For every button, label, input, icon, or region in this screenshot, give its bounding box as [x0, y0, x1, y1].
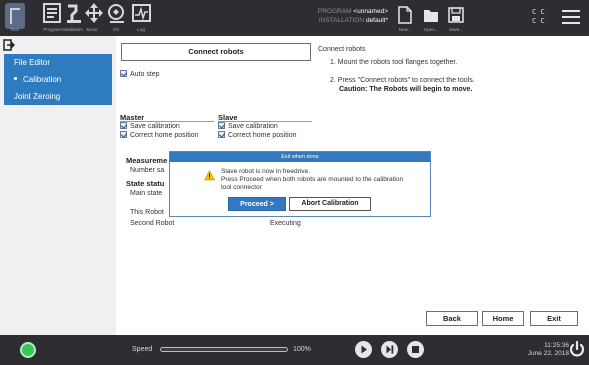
open-label: Open... [423, 27, 439, 32]
cc-indicator: C C C C [532, 8, 545, 26]
checkbox-label: Save calibration [130, 123, 180, 130]
speed-value: 100% [293, 346, 311, 353]
save-icon [448, 7, 464, 23]
dialog-message-line-3: tool connector [221, 184, 262, 191]
clock-time: 11:25:36 [544, 342, 569, 349]
second-robot-label: Second Robot [130, 220, 175, 227]
master-save-calibration-checkbox[interactable]: Save calibration [120, 121, 180, 131]
new-file-button[interactable] [398, 6, 412, 24]
exit-icon[interactable] [3, 39, 15, 51]
exit-when-done-dialog: Exit when done Slave robot is now in fre… [169, 151, 431, 217]
exit-button[interactable]: Exit [530, 311, 578, 326]
move-icon [85, 3, 103, 23]
slave-save-calibration-checkbox[interactable]: Save calibration [218, 121, 278, 131]
dialog-message: Slave robot is now in freedrive. Press P… [221, 168, 403, 192]
master-correct-home-checkbox[interactable]: Correct home position [120, 130, 199, 140]
installation-icon [67, 4, 81, 23]
active-dot-icon [14, 77, 17, 81]
program-name: <unnamed> [353, 8, 388, 15]
measurements-header: Measureme [126, 156, 168, 165]
clock: 11:25:36 June 22, 2018 [521, 342, 569, 358]
abort-calibration-button[interactable]: Abort Calibration [289, 197, 371, 211]
dialog-message-line-1: Slave robot is now in freedrive. [221, 168, 310, 175]
run-label: Run [10, 27, 20, 32]
checkbox-label: Correct home position [130, 132, 199, 139]
program-info: PROGRAM <unnamed> INSTALLATION default* [268, 7, 388, 25]
proceed-button[interactable]: Proceed > [228, 197, 286, 211]
play-icon [361, 345, 367, 354]
speed-label: Speed [132, 346, 153, 353]
speed-slider-fill [161, 348, 287, 351]
second-robot-state: Executing [270, 220, 301, 227]
open-button[interactable] [423, 6, 439, 24]
save-label: Save... [448, 27, 463, 32]
checkbox-label: Save calibration [228, 123, 278, 130]
open-folder-icon [424, 10, 438, 22]
top-bar: Program Installation Move I/O Log Run PR… [0, 0, 589, 36]
installation-name: default* [365, 17, 388, 24]
checkbox-icon [218, 121, 225, 129]
dialog-message-line-2: Press Proceed when both robots are mount… [221, 176, 404, 183]
connect-robots-button[interactable]: Connect robots [121, 43, 311, 61]
cc-bottom: C C [532, 17, 545, 25]
stop-button[interactable] [407, 341, 424, 358]
new-file-icon [398, 6, 412, 24]
nav-item-calibration[interactable]: Calibration [4, 71, 112, 88]
instructions-title: Connect robots [318, 46, 366, 53]
instruction-step-2: 2. Press "Connect robots" to connect the… [330, 77, 475, 84]
nav-item-label: Joint Zeroing [14, 92, 61, 101]
bottom-bar: Speed 100% 11:25:36 June 22, 2018 [0, 335, 589, 365]
robot-status-indicator-icon[interactable] [20, 342, 36, 358]
save-button[interactable] [448, 6, 464, 24]
dialog-title: Exit when done [170, 152, 430, 162]
auto-step-checkbox[interactable]: Auto step [120, 69, 160, 79]
program-info-label: PROGRAM [317, 8, 352, 15]
clock-date: June 22, 2018 [527, 350, 569, 357]
state-status-header: State statu [126, 179, 165, 188]
checkbox-icon [120, 121, 127, 129]
main-state-label: Main state [130, 190, 163, 197]
nav-item-label: File Editor [14, 58, 51, 67]
power-icon[interactable] [568, 340, 586, 358]
new-file-label: New... [398, 27, 412, 32]
back-button[interactable]: Back [426, 311, 478, 326]
checkbox-label: Correct home position [228, 132, 297, 139]
ur-logo-icon [5, 3, 25, 29]
warning-icon [204, 170, 215, 181]
play-button[interactable] [355, 341, 372, 358]
hamburger-menu-icon[interactable] [562, 10, 580, 24]
this-robot-label: This Robot [130, 209, 164, 216]
caution-text: Caution: The Robots will begin to move. [339, 86, 473, 93]
checkbox-icon [218, 130, 225, 138]
program-icon [43, 3, 61, 23]
io-label: I/O [112, 27, 119, 32]
nav-item-label: Calibration [23, 75, 62, 84]
log-label: Log [137, 27, 145, 32]
io-icon [108, 4, 124, 23]
auto-step-check-icon [120, 69, 127, 77]
stop-icon [412, 346, 419, 353]
installation-info-label: INSTALLATION [318, 17, 365, 24]
home-button[interactable]: Home [482, 311, 524, 326]
log-icon [132, 4, 151, 22]
number-samples-label: Number sa [130, 167, 165, 174]
instruction-step-1: 1. Mount the robots tool flanges togethe… [330, 59, 458, 66]
left-nav: File Editor Calibration Joint Zeroing [0, 36, 116, 335]
speed-slider[interactable] [160, 347, 288, 352]
step-icon [386, 345, 394, 354]
auto-step-label: Auto step [130, 71, 160, 78]
cc-top: C C [532, 8, 545, 16]
step-button[interactable] [381, 341, 398, 358]
checkbox-icon [120, 130, 127, 138]
nav-item-joint-zeroing[interactable]: Joint Zeroing [4, 88, 112, 105]
nav-item-file-editor[interactable]: File Editor [4, 54, 112, 71]
slave-correct-home-checkbox[interactable]: Correct home position [218, 130, 297, 140]
